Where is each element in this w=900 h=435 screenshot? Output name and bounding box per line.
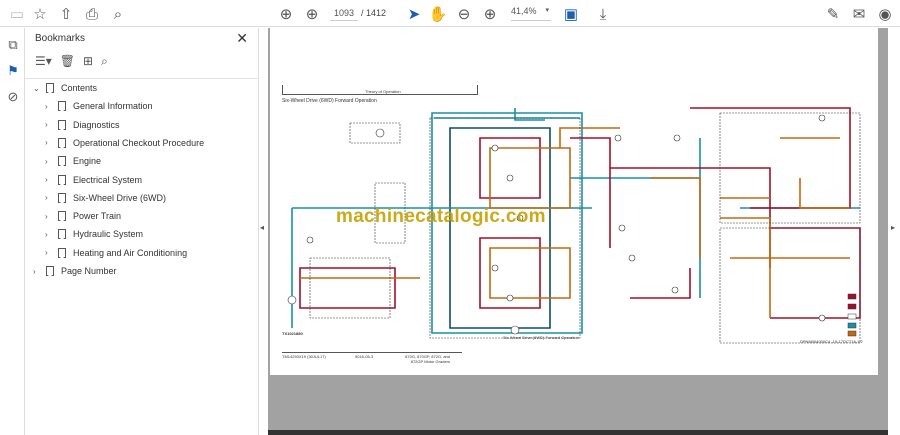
bookmarks-panel: Bookmarks ✕ ☰▾ 🗑 ⊞ ⌕ ⌄ Contents › General I… [25,28,259,435]
page-up-icon[interactable]: ⊕ [277,5,295,23]
legend [847,293,857,337]
delete-icon[interactable]: 🗑 [60,54,75,72]
bookmark-icon [46,83,54,93]
chevron-right-icon[interactable]: › [45,248,55,257]
zoom-select[interactable]: 41,4% ▾ [511,6,551,21]
hydraulic-schematic [287,107,861,344]
bookmark-label: Power Train [73,211,122,222]
chevron-right-icon[interactable]: › [33,267,43,276]
select-cursor-icon[interactable]: ➤ [405,5,423,23]
page-total: / 1412 [361,8,387,18]
chevron-right-icon[interactable]: › [45,193,55,202]
footer-right: 870G, 870GP, 872G, and 872GP Motor Grade… [405,354,450,364]
left-rail: ⧉ ⚑ ⊘ [0,28,25,435]
bookmarks-icon[interactable]: ⚑ [5,63,21,79]
zoom-out-icon[interactable]: ⊖ [455,5,473,23]
bookmark-item[interactable]: › General Information [45,98,153,114]
bookmark-label: Contents [61,83,98,93]
print-icon[interactable]: ⎙ [83,5,101,23]
panel-title: Bookmarks [35,33,86,44]
pages-icon[interactable]: ⧉ [5,37,21,53]
chevron-right-icon[interactable]: › [45,138,55,147]
bookmark-star-icon[interactable]: ☆ [31,5,49,23]
pdf-page: Theory of Operation Six-Wheel Drive (6WD… [270,28,878,375]
bookmark-label: Engine [73,156,102,167]
chevron-right-icon[interactable]: › [45,175,55,184]
bottom-bar [268,430,888,435]
chevron-right-icon[interactable]: › [45,120,55,129]
close-icon[interactable]: ✕ [236,30,248,47]
bookmark-icon [58,119,66,130]
document-view: Theory of Operation Six-Wheel Drive (6WD… [268,28,888,435]
bookmark-item[interactable]: › Electrical System [45,172,142,188]
chevron-down-icon: ▾ [545,7,549,14]
figure-caption: Six-Wheel Drive (6WD) Forward Operation [503,335,579,340]
bookmark-label: Page Number [61,266,117,276]
toolbar: ▭ ☆ ⇧ ⎙ ⌕ ⊕ ⊕ / 1412 ➤ ✋ ⊖ ⊕ 41,4%▾ ▣ ⤓ … [0,0,900,27]
bookmark-icon [46,266,54,276]
upload-icon[interactable]: ⇧ [57,5,75,23]
bookmark-item[interactable]: › Operational Checkout Procedure [45,135,204,151]
save-icon[interactable]: ▭ [8,5,26,23]
footer-mid: 9016-05-3 [355,354,374,359]
bookmark-icon [58,211,66,222]
bookmark-icon [58,156,66,167]
find-bookmark-icon[interactable]: ⌕ [101,54,108,72]
collapse-right-icon[interactable]: ▸ [891,223,895,232]
fit-page-icon[interactable]: ▣ [562,5,580,23]
bookmark-item[interactable]: ⌄ Contents [33,80,97,96]
sign-icon[interactable]: ✎ [824,5,842,23]
collapse-left-icon[interactable]: ◂ [260,223,264,232]
divider [25,78,259,79]
search-icon[interactable]: ⌕ [109,5,127,23]
bookmark-label: Electrical System [73,174,143,185]
attachment-icon[interactable]: ⊘ [5,89,21,105]
bookmark-label: Six-Wheel Drive (6WD) [73,192,167,203]
chevron-right-icon[interactable]: › [45,230,55,239]
bookmark-label: Heating and Air Conditioning [73,247,188,258]
page-number-input[interactable] [330,6,358,21]
figure-ref: DPNM004000C4 -19-17OCT16-1/2 [800,339,863,344]
bookmark-icon [58,137,66,148]
gutter: ◂ [259,28,268,435]
bookmark-item[interactable]: › Heating and Air Conditioning [45,245,187,261]
account-icon[interactable]: ◉ [876,5,894,23]
chevron-down-icon[interactable]: ⌄ [33,84,43,93]
footer-left: TM14293X19 (30JUL17) [282,354,326,359]
bookmark-icon [58,101,66,112]
bookmark-item[interactable]: › Hydraulic System [45,226,143,242]
hand-icon[interactable]: ✋ [429,5,448,23]
footer-rule [282,352,462,353]
bookmark-item[interactable]: › Page Number [33,263,117,279]
bookmark-item[interactable]: › Six-Wheel Drive (6WD) [45,190,166,206]
zoom-value: 41,4% [511,6,537,16]
return-line [291,138,860,328]
bookmark-label: Operational Checkout Procedure [73,137,205,148]
bookmark-label: Diagnostics [73,119,120,130]
bookmark-label: General Information [73,101,153,112]
bookmark-item[interactable]: › Engine [45,153,101,169]
page-down-icon[interactable]: ⊕ [303,5,321,23]
figure-id: TX1021880 [282,331,303,336]
bookmark-icon [58,247,66,258]
options-icon[interactable]: ☰▾ [35,54,52,72]
zoom-in-icon[interactable]: ⊕ [481,5,499,23]
add-bookmark-icon[interactable]: ⊞ [83,54,93,72]
chevron-right-icon[interactable]: › [45,102,55,111]
bookmark-icon [58,229,66,240]
bookmark-icon [58,192,66,203]
bookmark-item[interactable]: › Diagnostics [45,117,120,133]
scroll-mode-icon[interactable]: ⤓ [594,5,612,23]
chevron-right-icon[interactable]: › [45,212,55,221]
bookmark-label: Hydraulic System [73,229,144,240]
bookmark-icon [58,174,66,185]
right-gutter: ▸ [888,28,900,435]
watermark: machinecatalogic.com [336,206,546,227]
mail-icon[interactable]: ✉ [850,5,868,23]
chevron-right-icon[interactable]: › [45,157,55,166]
bookmark-item[interactable]: › Power Train [45,208,121,224]
